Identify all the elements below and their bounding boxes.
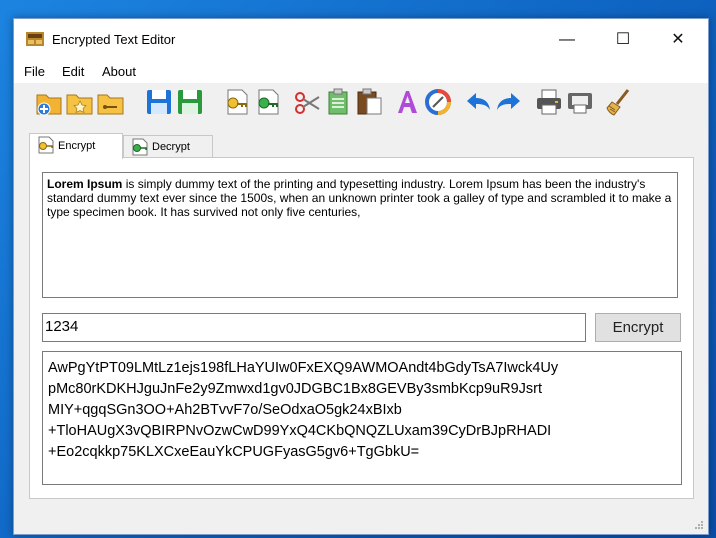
cipher-line: MIY+qgqSGn3OO+Ah2BTvvF7o/SeOdxaO5gk24xBI… xyxy=(48,402,402,418)
minimize-button[interactable]: — xyxy=(544,19,590,61)
minimize-icon: — xyxy=(559,31,575,48)
print-icon[interactable] xyxy=(534,87,564,117)
encrypt-panel: Lorem Ipsum is simply dummy text of the … xyxy=(29,157,694,499)
ciphertext-output[interactable]: AwPgYtPT09LMtLz1ejs198fLHaYUIw0FxEXQ9AWM… xyxy=(42,351,682,485)
toolbar xyxy=(14,83,708,123)
tab-decrypt[interactable]: Decrypt xyxy=(123,135,213,158)
color-icon[interactable] xyxy=(423,87,453,117)
cipher-line: AwPgYtPT09LMtLz1ejs198fLHaYUIw0FxEXQ9AWM… xyxy=(48,360,559,376)
new-file-icon[interactable] xyxy=(34,87,64,117)
maximize-icon: ☐ xyxy=(615,31,631,48)
cut-icon[interactable] xyxy=(292,87,322,117)
redo-icon[interactable] xyxy=(494,87,524,117)
decrypt-file-icon[interactable] xyxy=(253,87,283,117)
plaintext-bold-lead: Lorem Ipsum xyxy=(47,177,123,191)
encrypt-button[interactable]: Encrypt xyxy=(595,313,681,342)
open-folder-icon[interactable] xyxy=(96,87,126,117)
encrypt-file-icon[interactable] xyxy=(222,87,252,117)
resize-grip-icon[interactable] xyxy=(694,520,704,530)
menu-edit[interactable]: Edit xyxy=(62,64,84,79)
cipher-line: +TloHAUgX3vQBIRPNvOzwCwD99YxQ4CKbQNQZLUx… xyxy=(48,423,552,439)
menu-bar: File Edit About xyxy=(14,61,708,83)
maximize-button[interactable]: ☐ xyxy=(600,19,646,61)
copy-icon[interactable] xyxy=(323,87,353,117)
password-input[interactable]: 1234 xyxy=(42,313,586,342)
tab-encrypt-label: Encrypt xyxy=(58,140,96,152)
window-title: Encrypted Text Editor xyxy=(52,32,176,47)
close-button[interactable]: ✕ xyxy=(655,19,701,61)
app-icon xyxy=(26,32,44,46)
plaintext-body: is simply dummy text of the printing and… xyxy=(47,177,672,219)
save-as-icon[interactable] xyxy=(175,87,205,117)
menu-file[interactable]: File xyxy=(24,64,45,79)
encrypt-key-icon xyxy=(38,136,54,154)
undo-icon[interactable] xyxy=(463,87,493,117)
title-bar[interactable]: Encrypted Text Editor — ☐ ✕ xyxy=(14,19,708,61)
plaintext-editor[interactable]: Lorem Ipsum is simply dummy text of the … xyxy=(42,172,678,298)
menu-about[interactable]: About xyxy=(102,64,136,79)
font-icon[interactable] xyxy=(392,87,422,117)
cipher-line: pMc80rKDKHJguJnFe2y9Zmwxd1gv0JDGBC1Bx8GE… xyxy=(48,381,542,397)
app-window: Encrypted Text Editor — ☐ ✕ File Edit Ab… xyxy=(13,18,709,535)
tab-decrypt-label: Decrypt xyxy=(152,141,190,153)
decrypt-key-icon xyxy=(132,138,148,156)
cipher-line: +Eo2cqkkp75KLXCxeEauYkCPUGFyasG5gv6+TgGb… xyxy=(48,444,420,460)
close-icon: ✕ xyxy=(671,31,685,48)
print-preview-icon[interactable] xyxy=(565,87,595,117)
save-icon[interactable] xyxy=(144,87,174,117)
paste-icon[interactable] xyxy=(354,87,384,117)
open-file-icon[interactable] xyxy=(65,87,95,117)
clear-icon[interactable] xyxy=(604,87,634,117)
tab-encrypt[interactable]: Encrypt xyxy=(29,133,123,159)
